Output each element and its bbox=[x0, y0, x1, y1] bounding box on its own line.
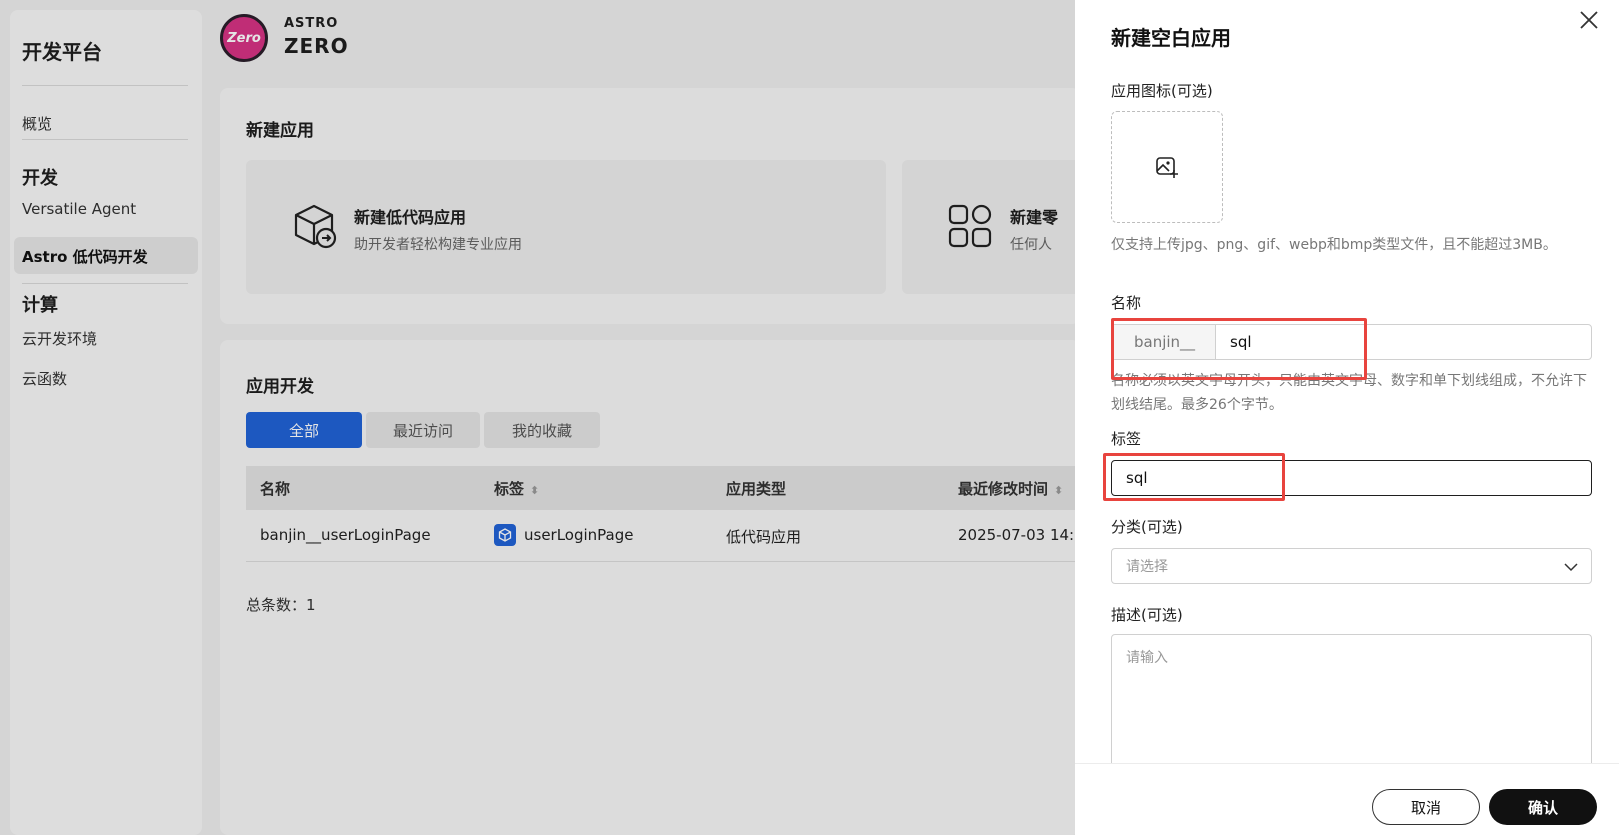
name-field[interactable]: banjin__ sql bbox=[1111, 324, 1592, 360]
tag-input[interactable]: sql bbox=[1111, 460, 1592, 496]
tag-label: 标签 bbox=[1111, 430, 1142, 448]
category-label: 分类(可选) bbox=[1111, 518, 1183, 536]
add-image-icon bbox=[1156, 157, 1178, 178]
name-hint: 名称必须以英文字母开头，只能由英文字母、数字和单下划线组成，不允许下划线结尾。最… bbox=[1111, 373, 1587, 413]
close-icon[interactable] bbox=[1575, 6, 1603, 34]
drawer-footer-divider bbox=[1075, 763, 1619, 764]
name-prefix: banjin__ bbox=[1112, 325, 1216, 359]
drawer-title: 新建空白应用 bbox=[1111, 26, 1231, 50]
category-placeholder: 请选择 bbox=[1126, 559, 1168, 575]
dim-overlay[interactable] bbox=[0, 0, 1075, 835]
description-textarea[interactable]: 请输入 bbox=[1111, 634, 1592, 764]
description-placeholder: 请输入 bbox=[1126, 650, 1168, 666]
icon-upload-hint: 仅支持上传jpg、png、gif、webp和bmp类型文件，且不能超过3MB。 bbox=[1111, 237, 1557, 253]
confirm-button[interactable]: 确认 bbox=[1489, 789, 1597, 825]
name-input[interactable]: sql bbox=[1216, 325, 1591, 359]
category-select[interactable]: 请选择 bbox=[1111, 548, 1592, 584]
cancel-button[interactable]: 取消 bbox=[1372, 789, 1480, 825]
new-blank-app-drawer: 新建空白应用 应用图标(可选) 仅支持上传jpg、png、gif、webp和bm… bbox=[1075, 0, 1619, 835]
description-label: 描述(可选) bbox=[1111, 606, 1183, 624]
chevron-down-icon bbox=[1564, 563, 1578, 572]
icon-upload-area[interactable] bbox=[1111, 111, 1223, 223]
name-label: 名称 bbox=[1111, 294, 1142, 312]
icon-label: 应用图标(可选) bbox=[1111, 82, 1213, 100]
